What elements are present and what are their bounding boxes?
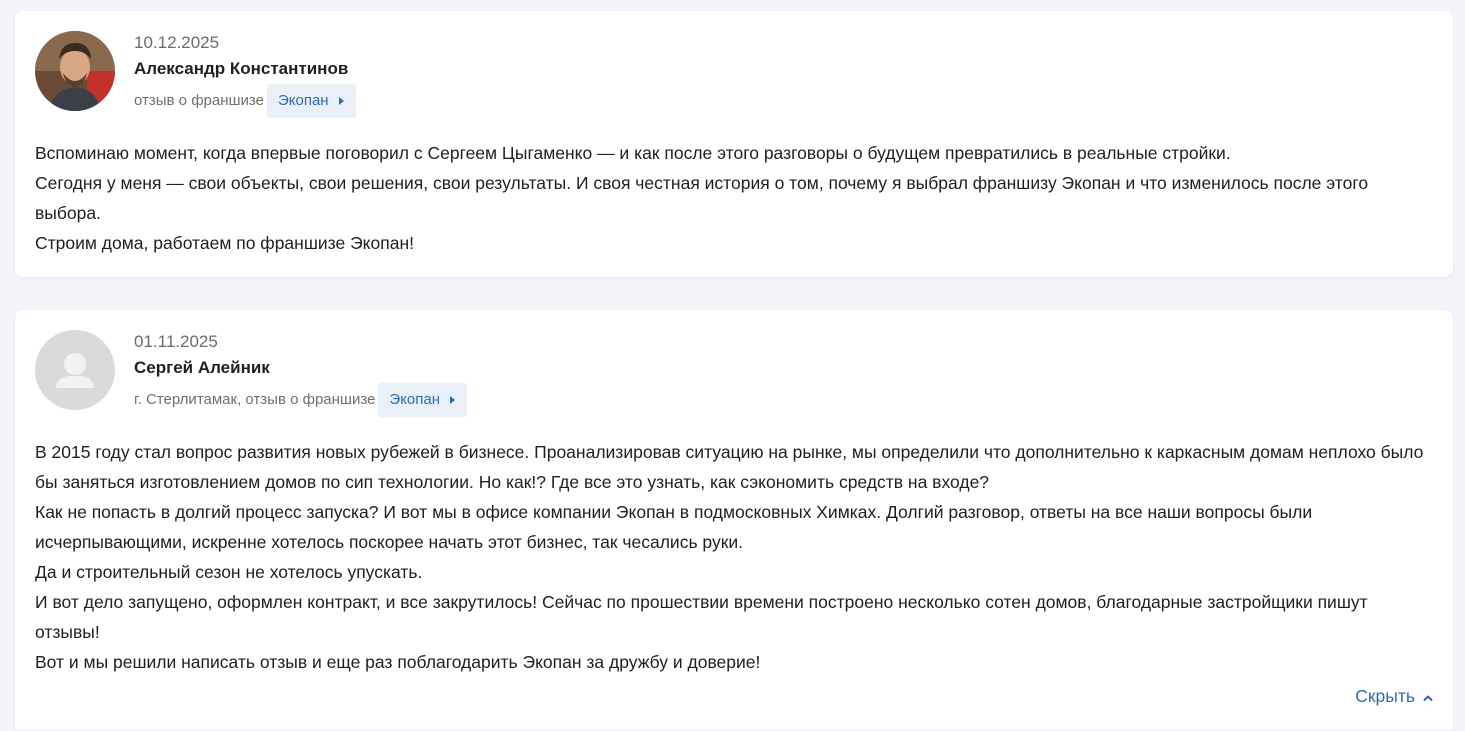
avatar	[35, 31, 115, 111]
review-text: В 2015 году стал вопрос развития новых р…	[35, 437, 1433, 677]
franchise-brand-label: Экопан	[277, 92, 329, 109]
default-user-icon	[35, 330, 115, 410]
review-subline: отзыв о франшизе Экопан	[134, 84, 356, 118]
review-subline-text: г. Стерлитамак, отзыв о франшизе	[134, 391, 376, 408]
review-paragraph: Как не попасть в долгий процесс запуска?…	[35, 502, 1313, 552]
review-author: Сергей Алейник	[134, 358, 270, 377]
user-photo-icon	[35, 31, 115, 111]
review-paragraph: В 2015 году стал вопрос развития новых р…	[35, 442, 1424, 492]
review-meta: 10.12.2025 Александр Константинов отзыв …	[134, 33, 356, 118]
caret-right-icon	[338, 97, 344, 105]
review-paragraph: Сегодня у меня — свои объекты, свои реше…	[35, 173, 1369, 223]
review-paragraph: Вот и мы решили написать отзыв и еще раз…	[35, 652, 761, 672]
review-paragraph: И вот дело запущено, оформлен контракт, …	[35, 592, 1368, 642]
caret-right-icon	[449, 396, 455, 404]
collapse-review-button[interactable]: Скрыть	[1355, 685, 1433, 707]
review-paragraph: Да и строительный сезон не хотелось упус…	[35, 562, 423, 582]
review-subline-text: отзыв о франшизе	[134, 92, 264, 109]
review-subline: г. Стерлитамак, отзыв о франшизе Экопан	[134, 383, 467, 417]
collapse-label: Скрыть	[1355, 686, 1415, 706]
review-paragraph: Строим дома, работаем по франшизе Экопан…	[35, 233, 414, 253]
review-card: 01.11.2025 Сергей Алейник г. Стерлитамак…	[15, 310, 1453, 730]
chevron-up-icon	[1423, 685, 1433, 707]
franchise-brand-link[interactable]: Экопан	[266, 84, 356, 118]
review-date: 10.12.2025	[134, 33, 220, 52]
review-card: 10.12.2025 Александр Константинов отзыв …	[15, 11, 1453, 277]
franchise-brand-link[interactable]: Экопан	[378, 383, 467, 417]
review-paragraph: Вспоминаю момент, когда впервые поговори…	[35, 143, 1231, 163]
avatar	[35, 330, 115, 410]
review-date: 01.11.2025	[134, 332, 218, 351]
review-author: Александр Константинов	[134, 59, 349, 78]
franchise-brand-label: Экопан	[389, 391, 440, 408]
review-text: Вспоминаю момент, когда впервые поговори…	[35, 138, 1433, 258]
review-meta: 01.11.2025 Сергей Алейник г. Стерлитамак…	[134, 332, 467, 417]
